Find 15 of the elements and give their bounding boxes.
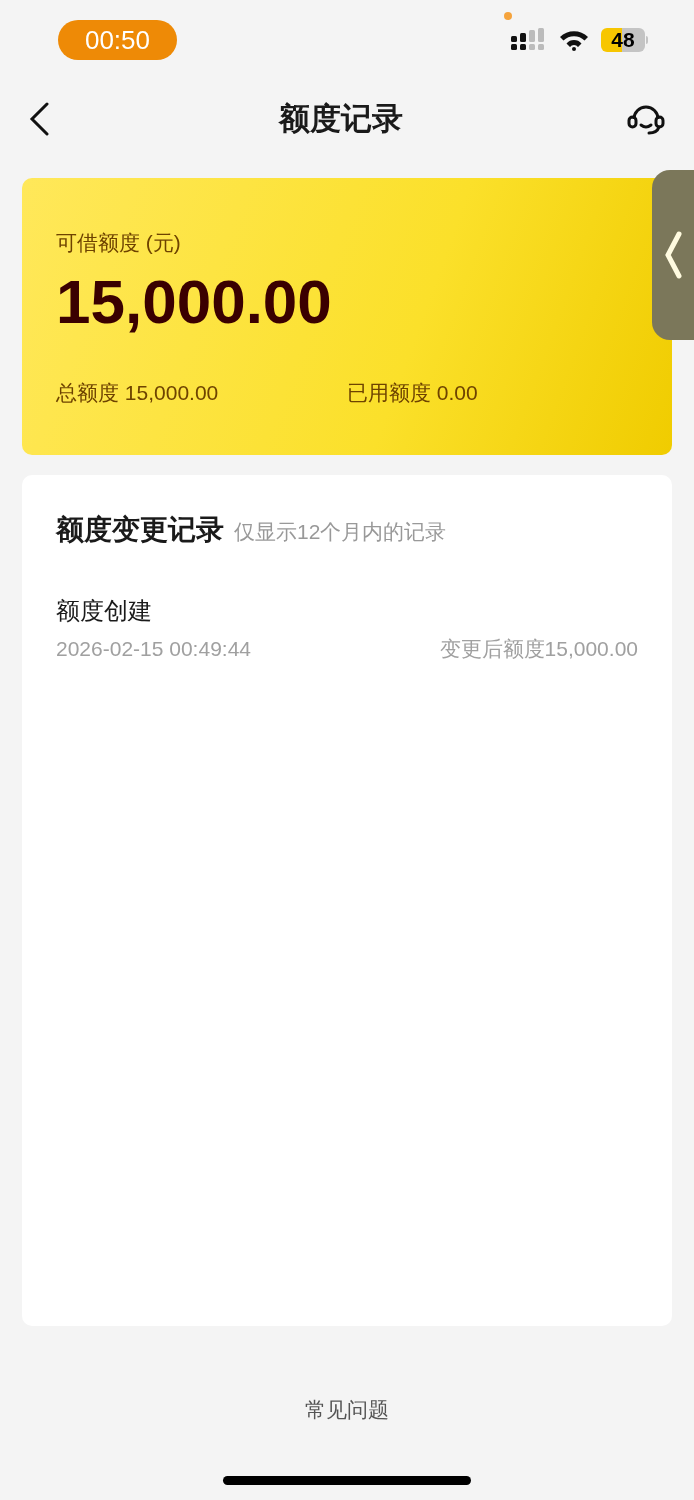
- available-label: 可借额度 (元): [56, 232, 182, 253]
- records-note: 仅显示12个月内的记录: [234, 519, 447, 545]
- page-title: 额度记录: [279, 99, 403, 138]
- record-time: 2026-02-15 00:49:44: [56, 636, 251, 662]
- used-limit: 已用额度 0.00: [347, 380, 478, 406]
- total-limit: 总额度 15,000.00: [56, 380, 220, 406]
- available-amount: 15,000.00: [56, 271, 333, 333]
- signal-icon: [511, 28, 547, 52]
- faq-link[interactable]: 常见问题: [305, 1394, 389, 1426]
- record-amount: 变更后额度15,000.00: [439, 636, 638, 662]
- records-title: 额度变更记录: [56, 513, 224, 547]
- side-handle[interactable]: [652, 170, 694, 340]
- wifi-icon: [559, 29, 589, 51]
- status-time: 00:50: [58, 20, 177, 60]
- record-title: 额度创建: [56, 596, 153, 626]
